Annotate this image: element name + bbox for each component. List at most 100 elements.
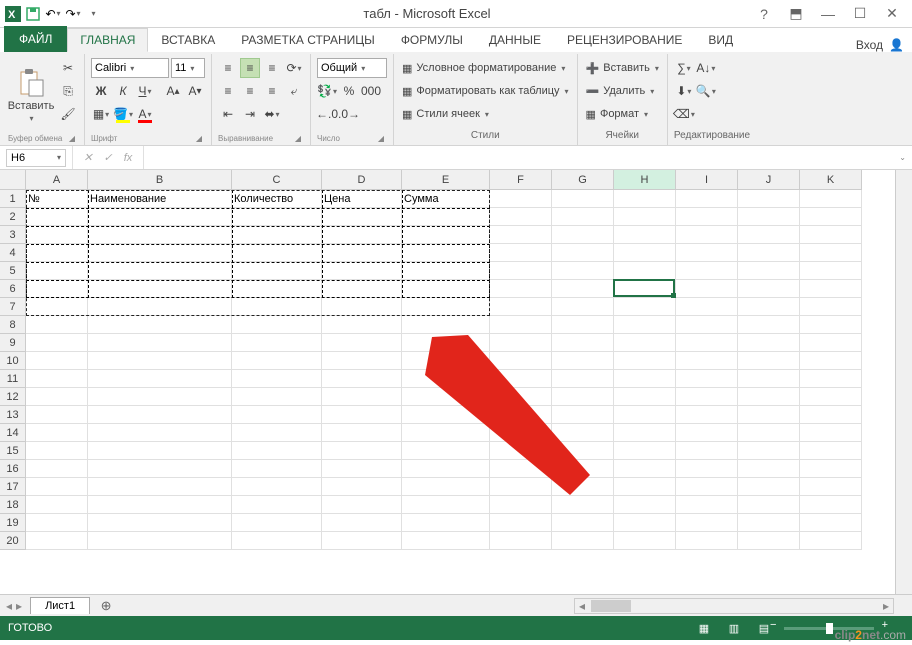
minimize-icon[interactable]: — [816,4,840,24]
cell[interactable] [676,478,738,496]
cell[interactable] [800,442,862,460]
name-box[interactable]: H6▾ [6,149,66,167]
cell[interactable] [738,460,800,478]
cell[interactable] [552,352,614,370]
cell[interactable] [232,208,322,226]
cell[interactable] [800,190,862,208]
user-icon[interactable]: 👤 [889,38,904,52]
cell[interactable] [322,496,402,514]
tab-view[interactable]: ВИД [695,28,746,52]
cell[interactable] [800,496,862,514]
cell[interactable] [490,460,552,478]
cell[interactable] [490,190,552,208]
cell[interactable] [552,298,614,316]
cell[interactable] [88,478,232,496]
cell[interactable] [490,424,552,442]
find-select-icon[interactable]: 🔍▾ [696,81,716,101]
cell[interactable] [322,388,402,406]
add-sheet-button[interactable]: ⊕ [96,598,116,614]
column-header[interactable]: A [26,170,88,190]
cell[interactable] [490,406,552,424]
cell[interactable] [232,496,322,514]
cell[interactable] [88,352,232,370]
cell[interactable] [676,316,738,334]
expand-formula-bar-icon[interactable]: ⌄ [893,153,912,162]
cell[interactable] [676,442,738,460]
cell[interactable] [490,334,552,352]
insert-cells-button[interactable]: ➕Вставить▾ [584,58,661,78]
cell[interactable] [26,424,88,442]
cell[interactable] [402,370,490,388]
cell[interactable] [402,352,490,370]
row-header[interactable]: 2 [0,208,26,226]
cell[interactable] [552,280,614,298]
cell[interactable] [26,388,88,406]
cell[interactable] [88,514,232,532]
cell[interactable] [490,226,552,244]
cell[interactable] [552,514,614,532]
percent-icon[interactable]: % [339,81,359,101]
cell[interactable] [490,514,552,532]
cell[interactable] [676,334,738,352]
number-launcher-icon[interactable]: ◢ [378,134,384,143]
cell[interactable] [232,406,322,424]
cell[interactable] [676,262,738,280]
save-icon[interactable] [24,5,42,23]
cell[interactable] [26,370,88,388]
cell[interactable] [552,478,614,496]
bold-button[interactable]: Ж [91,81,111,101]
cancel-formula-icon[interactable]: ✕ [79,151,97,164]
cell[interactable] [232,424,322,442]
cell[interactable] [322,442,402,460]
cell[interactable] [676,208,738,226]
font-name-combo[interactable]: Calibri▾ [91,58,169,78]
cell[interactable] [402,298,490,316]
align-right-icon[interactable]: ≡ [262,81,282,101]
cell[interactable] [490,316,552,334]
cell[interactable] [26,298,88,316]
ribbon-options-icon[interactable]: ⬒ [784,4,808,24]
column-header[interactable]: F [490,170,552,190]
cell[interactable] [614,244,676,262]
cell[interactable] [738,298,800,316]
cell[interactable] [88,298,232,316]
borders-button[interactable]: ▦▾ [91,104,111,124]
sort-filter-icon[interactable]: A↓▾ [696,58,716,78]
vertical-scrollbar[interactable] [895,170,912,599]
cell[interactable] [490,532,552,550]
cell[interactable] [676,280,738,298]
signin-label[interactable]: Вход [856,38,883,52]
row-header[interactable]: 6 [0,280,26,298]
row-header[interactable]: 9 [0,334,26,352]
fx-icon[interactable]: fx [119,152,137,164]
row-header[interactable]: 1 [0,190,26,208]
cell[interactable] [552,370,614,388]
cell[interactable] [552,406,614,424]
redo-icon[interactable]: ↷▾ [64,5,82,23]
undo-icon[interactable]: ↶▾ [44,5,62,23]
number-format-combo[interactable]: Общий▾ [317,58,387,78]
cell[interactable] [614,262,676,280]
cell[interactable] [738,316,800,334]
clear-icon[interactable]: ⌫▾ [674,104,694,124]
cell[interactable] [26,406,88,424]
column-header[interactable]: J [738,170,800,190]
cell[interactable] [614,190,676,208]
cell[interactable] [490,442,552,460]
cell[interactable] [322,406,402,424]
cell[interactable] [232,280,322,298]
fill-color-button[interactable]: 🪣▾ [113,104,133,124]
cell[interactable] [738,370,800,388]
cell[interactable] [738,244,800,262]
cell[interactable] [800,388,862,406]
cell[interactable] [614,280,676,298]
cell[interactable] [676,370,738,388]
cell[interactable] [402,280,490,298]
cell[interactable] [88,208,232,226]
cell[interactable] [232,316,322,334]
cell[interactable] [88,334,232,352]
cell[interactable] [676,460,738,478]
row-header[interactable]: 3 [0,226,26,244]
cell[interactable] [26,334,88,352]
normal-view-icon[interactable]: ▦ [694,620,714,636]
